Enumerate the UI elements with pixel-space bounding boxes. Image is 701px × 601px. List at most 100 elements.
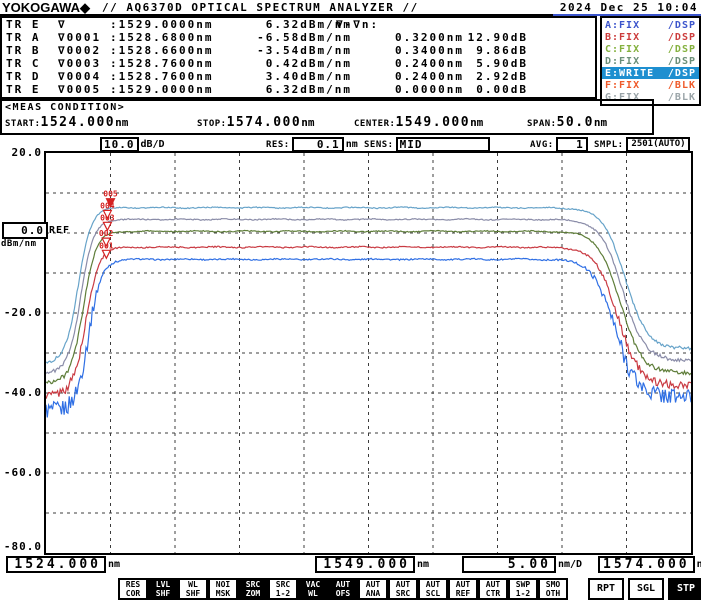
softkey-label: SRC (270, 580, 296, 589)
trace-status-panel: A:FIX/DSPB:FIX/DSPC:FIX/DSPD:FIX/DSPE:WR… (600, 16, 701, 106)
trace-readout-cell: :1528.6800nm (110, 31, 222, 44)
softkey-aut-ctr[interactable]: AUTCTR (478, 578, 508, 600)
meas-field-value: 1549.000 (395, 115, 470, 130)
y-tick-20: 20.0 (0, 146, 42, 159)
sampling-field: SMPL: 2501(AUTO) (594, 137, 690, 152)
meas-field-stop: STOP:1574.000nm (197, 115, 314, 130)
softkey-smo-oth[interactable]: SMOOTH (538, 578, 568, 600)
softkey-label: 1-2 (510, 589, 536, 598)
softkey-stp[interactable]: STP (668, 578, 701, 600)
average-field: AVG: 1 (530, 137, 588, 152)
softkey-label: 1-2 (270, 589, 296, 598)
trace-readout-row: TR E∇0005:1529.0000nm6.32dBm/nm0.0000nm0… (2, 83, 595, 96)
trace-display-status: /BLK (668, 80, 696, 91)
resolution-label: RES: (266, 140, 290, 150)
sampling-label: SMPL: (594, 140, 624, 150)
softkey-label: SCL (420, 589, 446, 598)
softkey-label: SRC (240, 580, 266, 589)
osa-screen: YOKOGAWA◆ // AQ6370D OPTICAL SPECTRUM AN… (0, 0, 701, 601)
y-tick-neg60: -60.0 (0, 466, 42, 479)
x-stop-field: 1574.000 nm (598, 556, 701, 573)
y-tick-neg80: -80.0 (0, 540, 42, 553)
trace-readout-cell: -6.58dBm/nm (222, 31, 352, 44)
softkey-aut-scl[interactable]: AUTSCL (418, 578, 448, 600)
x-start-field: 1524.000 nm (6, 556, 120, 573)
trace-display-status: /DSP (668, 44, 696, 55)
x-scale-unit: nm/D (558, 559, 582, 570)
x-scale-field: 5.00 nm/D (462, 556, 582, 573)
trace-readout-row: TR E∇:1529.0000nm6.32dBm/nm∇-∇n: (2, 18, 595, 31)
softkey-label: AUT (390, 580, 416, 589)
softkey-rpt[interactable]: RPT (588, 578, 624, 600)
softkey-wl-shf[interactable]: WLSHF (178, 578, 208, 600)
x-stop-unit: nm (697, 559, 701, 570)
trace-readout-cell: TR E (2, 83, 58, 96)
softkey-label: REF (450, 589, 476, 598)
softkey-swp-1-2[interactable]: SWP1-2 (508, 578, 538, 600)
softkey-label: NOI (210, 580, 236, 589)
ref-label: REF (49, 225, 70, 236)
softkey-aut-ana[interactable]: AUTANA (358, 578, 388, 600)
softkey-aut-src[interactable]: AUTSRC (388, 578, 418, 600)
trace-readout-cell: :1528.7600nm (110, 70, 222, 83)
softkey-lvl-shf[interactable]: LVLSHF (148, 578, 178, 600)
softkey-noi-msk[interactable]: NOIMSK (208, 578, 238, 600)
softkey-aut-ofs[interactable]: AUTOFS (328, 578, 358, 600)
softkey-label: CTR (480, 589, 506, 598)
softkey-label: LVL (150, 580, 176, 589)
trace-readout-row: TR D∇0004:1528.7600nm3.40dBm/nm0.2400nm2… (2, 70, 595, 83)
x-scale-value: 5.00 (462, 556, 556, 573)
trace-readout-cell: :1528.6600nm (110, 44, 222, 57)
trace-mode-label: F:FIX (605, 80, 640, 91)
softkey-vac-wl[interactable]: VACWL (298, 578, 328, 600)
softkey-label: OFS (330, 589, 356, 598)
sensitivity-field: SENS: MID (364, 137, 490, 152)
trace-readout-cell: 0.0000nm (352, 83, 464, 96)
meas-field-label: STOP: (197, 119, 227, 129)
trace-display-status: /DSP (668, 32, 696, 43)
trace-readout-cell: TR B (2, 44, 58, 57)
trace-readout-cell: 0.2400nm (352, 57, 464, 70)
header: YOKOGAWA◆ // AQ6370D OPTICAL SPECTRUM AN… (0, 0, 701, 14)
trace-readout-cell: :1528.7600nm (110, 57, 222, 70)
x-center-value: 1549.000 (315, 556, 415, 573)
meas-condition-title: <MEAS CONDITION> (5, 102, 125, 113)
trace-readout-cell: 0.42dBm/nm (222, 57, 352, 70)
y-tick-neg40: -40.0 (0, 386, 42, 399)
trace-readout-cell: 2.92dB (464, 70, 528, 83)
softkey-src-zom[interactable]: SRCZOM (238, 578, 268, 600)
trace-status-row: A:FIX/DSP (602, 19, 699, 31)
meas-field-span: SPAN:50.0nm (527, 115, 607, 130)
softkey-label: MSK (210, 589, 236, 598)
trace-readout-cell: TR E (2, 18, 58, 31)
softkey-label: AUT (450, 580, 476, 589)
level-scale-unit: dB/D (141, 139, 165, 150)
trace-readout-cell: 0.00dB (464, 83, 528, 96)
resolution-field: RES: 0.1 nm (266, 137, 358, 152)
softkey-sgl[interactable]: SGL (628, 578, 664, 600)
softkey-src-1-2[interactable]: SRC1-2 (268, 578, 298, 600)
softkey-aut-ref[interactable]: AUTREF (448, 578, 478, 600)
level-scale-field: 10.0 dB/D (100, 137, 165, 152)
softkey-res-cor[interactable]: RESCOR (118, 578, 148, 600)
softkey-label: SRC (390, 589, 416, 598)
trace-mode-label: E:WRITE (605, 68, 654, 79)
trace-display-status: /DSP (668, 20, 696, 31)
trace-mode-label: B:FIX (605, 32, 640, 43)
x-stop-value: 1574.000 (598, 556, 695, 573)
trace-readout-cell: ∇0005 (58, 83, 110, 96)
sensitivity-label: SENS: (364, 140, 394, 150)
trace-readout-table: TR E∇:1529.0000nm6.32dBm/nm∇-∇n:TR A∇000… (0, 16, 597, 99)
trace-readout-cell: :1529.0000nm (110, 83, 222, 96)
trace-readout-cell: 3.40dBm/nm (222, 70, 352, 83)
meas-field-value: 50.0 (557, 115, 594, 130)
trace-status-row: B:FIX/DSP (602, 31, 699, 43)
meas-field-unit: nm (115, 116, 128, 129)
softkey-label: RES (120, 580, 146, 589)
softkey-label: SGL (630, 584, 662, 594)
spectrum-plot-frame: 001002003004005 (44, 151, 693, 555)
trace-display-status: /DSP (668, 56, 696, 67)
trace-readout-cell: ∇ (58, 18, 110, 31)
meas-field-unit: nm (301, 116, 314, 129)
trace-readout-cell: -3.54dBm/nm (222, 44, 352, 57)
